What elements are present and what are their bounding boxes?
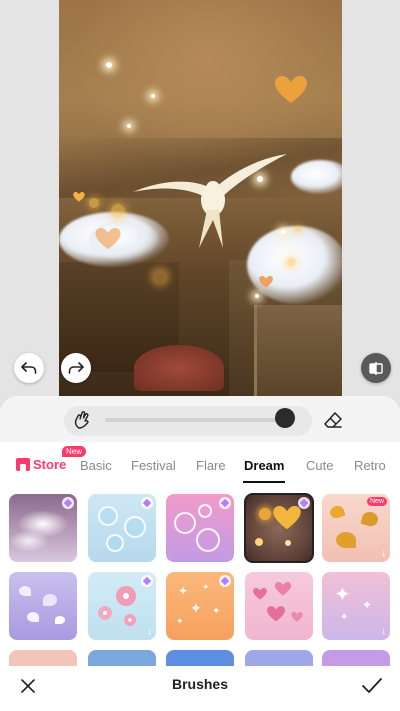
brush-grid: New ↓ ↓ ✦ ✦ ✦ ✦ ✦ ✦ ✦ ✦ ↓ bbox=[0, 493, 400, 711]
editor-screen: Store New Basic Festival Flare Dream Cut… bbox=[0, 0, 400, 711]
brush-tile-cherry-blossoms[interactable]: ↓ bbox=[88, 572, 156, 640]
tab-flare[interactable]: Flare bbox=[196, 458, 226, 473]
sparkle bbox=[127, 124, 131, 128]
bokeh-dot bbox=[89, 198, 99, 208]
store-tab[interactable]: Store bbox=[16, 457, 66, 472]
brush-tile-bubbles-blue[interactable] bbox=[88, 494, 156, 562]
brush-panel: Store New Basic Festival Flare Dream Cut… bbox=[0, 396, 400, 711]
premium-badge bbox=[219, 497, 231, 509]
bokeh-dot bbox=[111, 204, 125, 218]
new-badge: New bbox=[62, 446, 87, 457]
download-icon: ↓ bbox=[381, 548, 386, 559]
bokeh-dot bbox=[287, 258, 295, 266]
eraser-icon bbox=[324, 412, 342, 428]
compare-button[interactable] bbox=[361, 353, 391, 383]
slider-knob[interactable] bbox=[275, 408, 295, 428]
tab-retro[interactable]: Retro bbox=[354, 458, 386, 473]
redo-button[interactable] bbox=[61, 353, 91, 383]
cloud-right-top bbox=[291, 160, 342, 194]
premium-badge bbox=[219, 575, 231, 587]
bokeh-dot bbox=[153, 270, 167, 284]
premium-badge bbox=[141, 497, 153, 509]
store-label: Store bbox=[33, 457, 67, 472]
brush-tile-stars-orange[interactable]: ✦ ✦ ✦ ✦ ✦ bbox=[166, 572, 234, 640]
heart-sticker-glow bbox=[95, 228, 121, 250]
sparkle bbox=[257, 176, 263, 182]
brush-tile-pink-hearts[interactable] bbox=[245, 572, 313, 640]
checkmark-icon bbox=[362, 678, 382, 693]
brush-size-row bbox=[0, 396, 400, 442]
tab-festival[interactable]: Festival bbox=[131, 458, 176, 473]
heart-sticker-right bbox=[259, 276, 273, 288]
heart-sticker bbox=[275, 76, 307, 103]
active-tab-indicator bbox=[243, 481, 285, 483]
sparkle bbox=[255, 294, 259, 298]
photo-canvas[interactable] bbox=[59, 0, 342, 396]
undo-icon bbox=[21, 362, 37, 374]
premium-badge bbox=[141, 575, 153, 587]
brush-tile-golden-hearts[interactable] bbox=[244, 493, 314, 563]
heart-sticker-small bbox=[73, 192, 85, 202]
compare-icon bbox=[369, 362, 383, 375]
eraser-button[interactable] bbox=[320, 407, 346, 433]
brush-tile-bubbles-pink[interactable] bbox=[166, 494, 234, 562]
confirm-button[interactable] bbox=[360, 674, 384, 698]
redo-icon bbox=[68, 362, 84, 374]
brush-tile-sparkle-stars[interactable]: ✦ ✦ ✦ ↓ bbox=[322, 572, 390, 640]
heart-icon bbox=[267, 606, 285, 622]
heart-icon bbox=[291, 612, 303, 622]
download-icon: ↓ bbox=[147, 626, 152, 637]
photo-door bbox=[254, 305, 342, 396]
sparkle bbox=[151, 94, 155, 98]
heart-icon bbox=[253, 588, 267, 600]
brush-tile-butterflies-lilac[interactable] bbox=[9, 572, 77, 640]
photo-lamp bbox=[134, 345, 224, 391]
brush-icon-button[interactable] bbox=[69, 406, 95, 434]
bottom-bar: Brushes bbox=[0, 666, 400, 711]
hand-brush-icon bbox=[74, 411, 89, 429]
premium-badge bbox=[62, 497, 74, 509]
brush-tile-purple-clouds[interactable] bbox=[9, 494, 77, 562]
bokeh-dot bbox=[295, 226, 301, 232]
category-tabs: Store New Basic Festival Flare Dream Cut… bbox=[0, 446, 400, 483]
sparkle bbox=[106, 62, 112, 68]
heart-icon bbox=[273, 506, 301, 530]
undo-button[interactable] bbox=[14, 353, 44, 383]
tab-basic[interactable]: Basic bbox=[80, 458, 112, 473]
tab-dream[interactable]: Dream bbox=[244, 458, 284, 473]
slider-track[interactable] bbox=[105, 418, 285, 422]
panel-title: Brushes bbox=[171, 676, 229, 692]
heart-icon bbox=[275, 582, 291, 596]
dove-image bbox=[133, 154, 287, 248]
new-badge: New bbox=[366, 497, 387, 506]
brush-tile-golden-butterflies[interactable]: New ↓ bbox=[322, 494, 390, 562]
sparkle bbox=[281, 230, 285, 234]
tab-cute[interactable]: Cute bbox=[306, 458, 333, 473]
store-icon bbox=[16, 458, 30, 471]
download-icon: ↓ bbox=[381, 626, 386, 637]
premium-badge bbox=[298, 497, 310, 509]
